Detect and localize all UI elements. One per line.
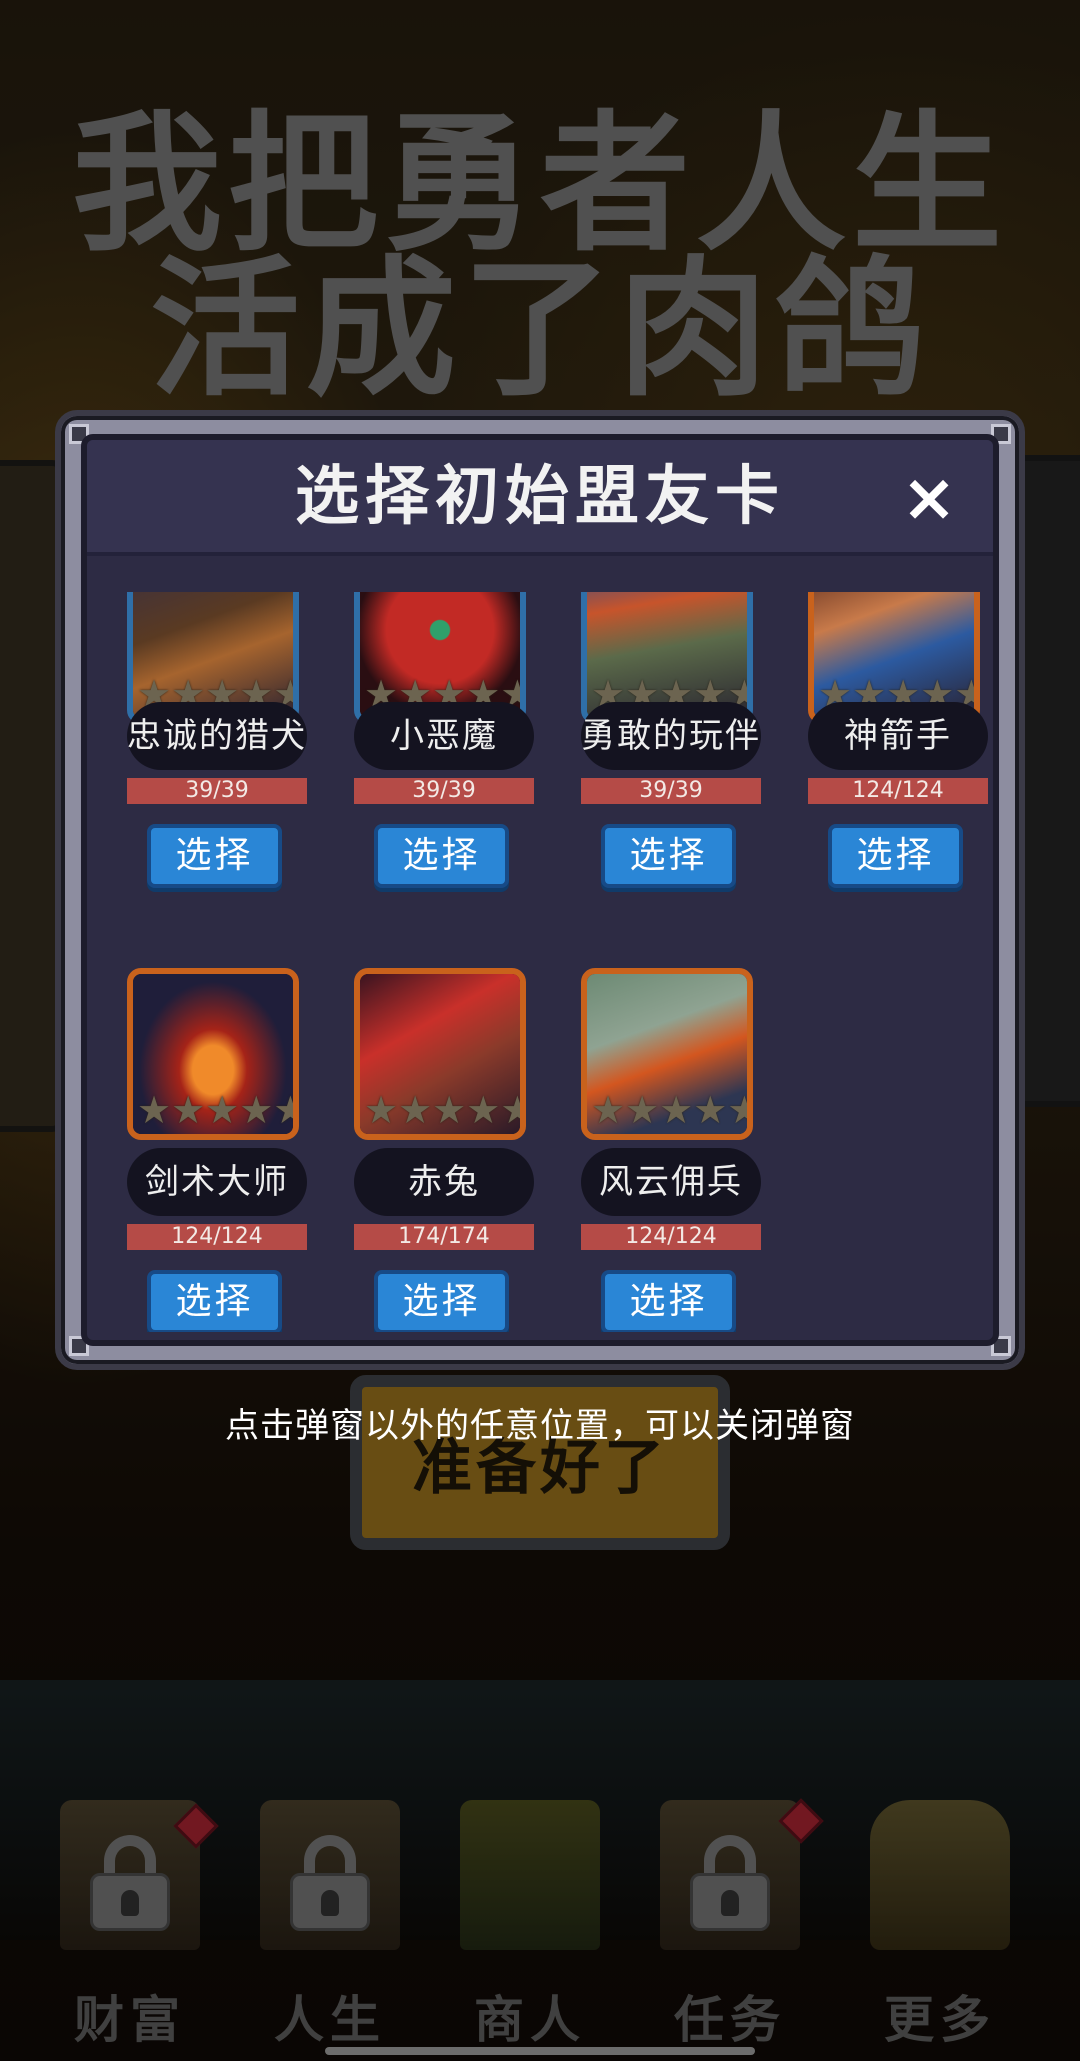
card-name: 忠诚的猎犬 (127, 702, 307, 770)
card-hp: 124/124 (127, 1224, 307, 1250)
card-grid[interactable]: ★★★★★ 忠诚的猎犬 39/39 选择 ★★★★★ 小恶魔 39/39 选择 (87, 592, 993, 1332)
ally-card-imp[interactable]: ★★★★★ 小恶魔 39/39 选择 (324, 592, 534, 888)
star-icon: ★ (137, 1088, 172, 1132)
dialog-header: 选择初始盟友卡 × (87, 440, 993, 556)
select-button[interactable]: 选择 (374, 1270, 509, 1332)
card-name: 神箭手 (808, 702, 988, 770)
card-hp: 39/39 (354, 778, 534, 804)
star-rating: ★★★★★ (591, 1088, 747, 1132)
star-icon: ★ (727, 1090, 747, 1130)
ally-select-dialog: 选择初始盟友卡 × ★★★★★ 忠诚的猎犬 39/39 选择 (55, 410, 1025, 1370)
ally-card-red-hare[interactable]: ★★★★★ 赤兔 174/174 选择 (324, 968, 534, 1332)
ally-card-swordmaster[interactable]: ★★★★★ 剑术大师 124/124 选择 (97, 968, 307, 1332)
select-button[interactable]: 选择 (601, 1270, 736, 1332)
star-icon: ★ (364, 1088, 399, 1132)
close-button[interactable]: × (893, 462, 965, 534)
star-icon: ★ (693, 1088, 728, 1132)
close-hint: 点击弹窗以外的任意位置，可以关闭弹窗 (225, 1406, 855, 1446)
card-hp: 39/39 (127, 778, 307, 804)
select-button[interactable]: 选择 (601, 824, 736, 888)
card-portrait: ★★★★★ (581, 968, 753, 1140)
star-icon: ★ (591, 1088, 626, 1132)
star-icon: ★ (273, 1090, 293, 1130)
ally-card-archer[interactable]: ★★★★★ 神箭手 124/124 选择 (778, 592, 988, 888)
star-icon: ★ (171, 1088, 206, 1132)
card-name: 小恶魔 (354, 702, 534, 770)
card-hp: 174/174 (354, 1224, 534, 1250)
star-icon: ★ (500, 1090, 520, 1130)
dialog-body: 选择初始盟友卡 × ★★★★★ 忠诚的猎犬 39/39 选择 (81, 434, 999, 1346)
select-button[interactable]: 选择 (828, 824, 963, 888)
card-hp: 124/124 (581, 1224, 761, 1250)
card-name: 剑术大师 (127, 1148, 307, 1216)
select-button[interactable]: 选择 (147, 824, 282, 888)
card-hp: 124/124 (808, 778, 988, 804)
card-name: 赤兔 (354, 1148, 534, 1216)
star-icon: ★ (432, 1088, 467, 1132)
star-icon: ★ (466, 1088, 501, 1132)
card-hp: 39/39 (581, 778, 761, 804)
star-rating: ★★★★★ (137, 1088, 293, 1132)
select-button[interactable]: 选择 (147, 1270, 282, 1332)
star-icon: ★ (398, 1088, 433, 1132)
card-name: 勇敢的玩伴 (581, 702, 761, 770)
star-icon: ★ (659, 1088, 694, 1132)
ally-card-hound[interactable]: ★★★★★ 忠诚的猎犬 39/39 选择 (97, 592, 307, 888)
star-icon: ★ (625, 1088, 660, 1132)
card-name: 风云佣兵 (581, 1148, 761, 1216)
ally-card-mercenary[interactable]: ★★★★★ 风云佣兵 124/124 选择 (551, 968, 761, 1332)
card-portrait: ★★★★★ (127, 968, 299, 1140)
card-portrait: ★★★★★ (354, 968, 526, 1140)
star-icon: ★ (239, 1088, 274, 1132)
star-rating: ★★★★★ (364, 1088, 520, 1132)
dialog-title: 选择初始盟友卡 (295, 460, 785, 534)
star-icon: ★ (205, 1088, 240, 1132)
select-button[interactable]: 选择 (374, 824, 509, 888)
ally-card-playmate[interactable]: ★★★★★ 勇敢的玩伴 39/39 选择 (551, 592, 761, 888)
